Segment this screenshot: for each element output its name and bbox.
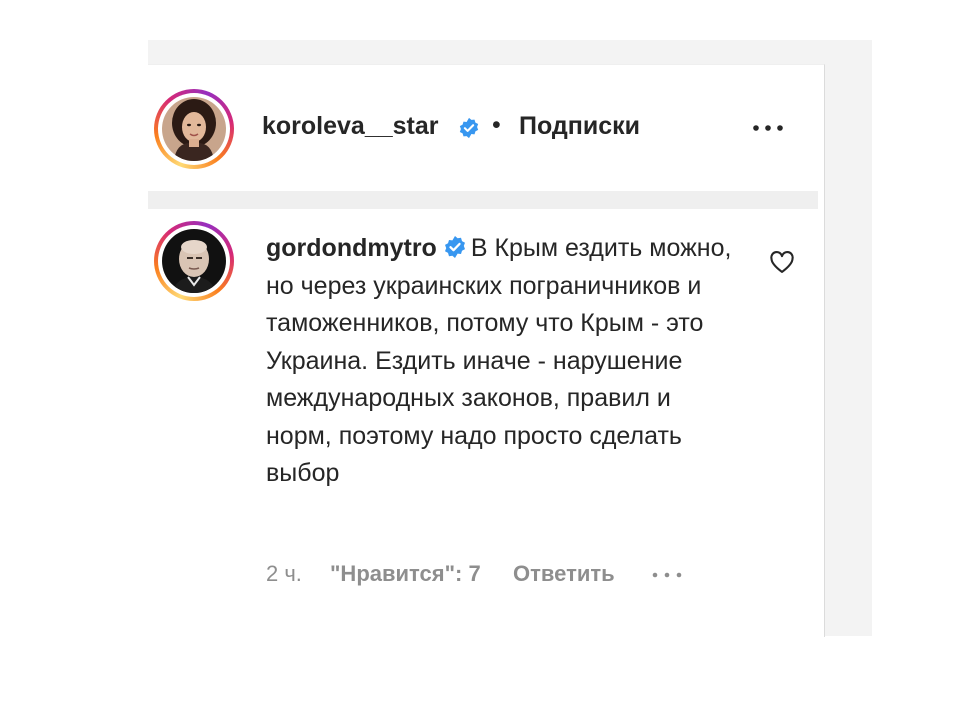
post-header: koroleva__star • Подписки bbox=[148, 65, 824, 191]
verified-badge-icon bbox=[444, 236, 465, 258]
comment-timestamp[interactable]: 2 ч. bbox=[266, 561, 302, 587]
reply-button[interactable]: Ответить bbox=[513, 561, 615, 587]
following-button[interactable]: Подписки bbox=[519, 112, 640, 141]
comment-body: gordondmytro В Крым ездить можно, но чер… bbox=[266, 230, 736, 493]
verified-badge-icon bbox=[459, 117, 479, 139]
commenter-username[interactable]: gordondmytro bbox=[266, 234, 437, 262]
comment-text: В Крым ездить можно, но через украинских… bbox=[266, 234, 732, 487]
commenter-avatar[interactable] bbox=[154, 221, 234, 301]
author-username[interactable]: koroleva__star bbox=[262, 112, 439, 141]
post-panel: koroleva__star • Подписки gordondmytro В… bbox=[148, 64, 825, 637]
separator-dot: • bbox=[492, 111, 501, 139]
author-avatar[interactable] bbox=[154, 89, 234, 169]
comment-likes-count[interactable]: "Нравится": 7 bbox=[330, 561, 481, 587]
more-horizontal-icon[interactable] bbox=[748, 118, 788, 138]
section-divider bbox=[148, 191, 818, 209]
more-horizontal-icon[interactable] bbox=[650, 570, 684, 580]
heart-icon[interactable] bbox=[768, 248, 796, 276]
